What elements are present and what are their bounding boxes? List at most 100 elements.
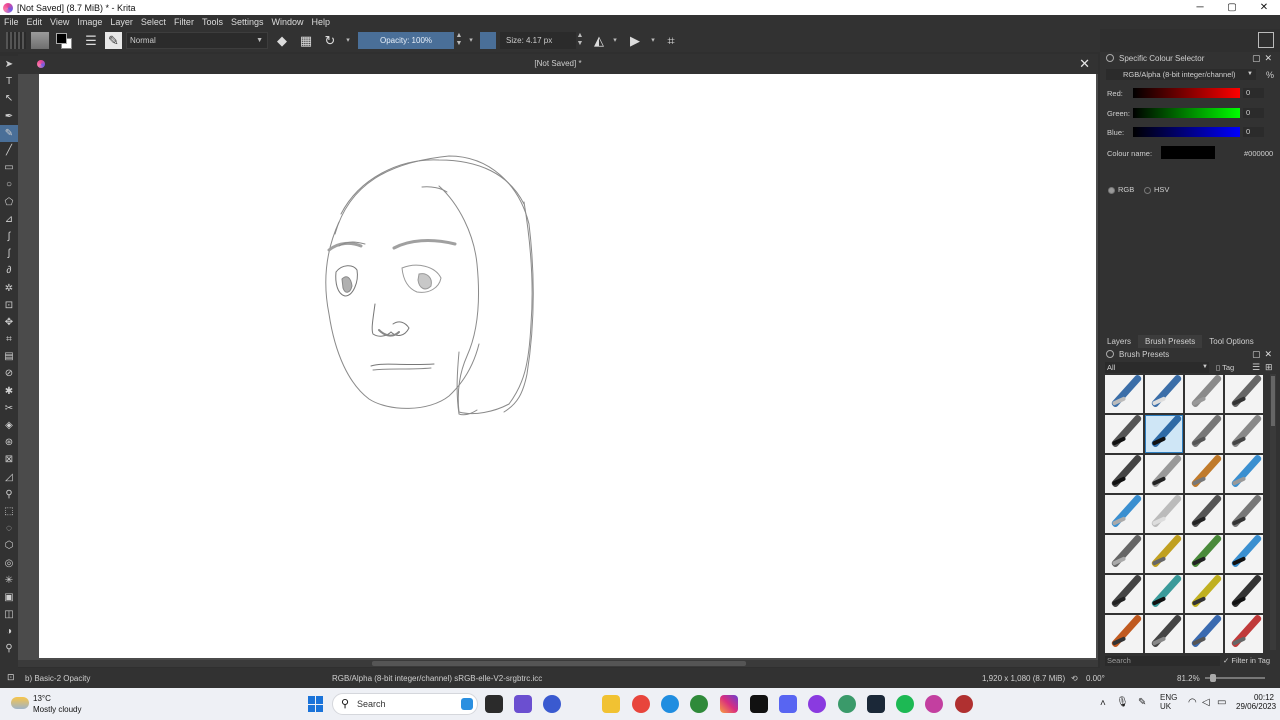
smart-patch-tool-icon[interactable]: ✱ <box>0 383 18 400</box>
clock[interactable]: 00:12 29/06/2023 <box>1236 693 1276 711</box>
brush-preset-tile[interactable] <box>1185 535 1223 573</box>
green-channel-slider[interactable] <box>1133 108 1240 118</box>
dock-layout-icon[interactable] <box>1258 32 1274 48</box>
reload-preset-icon[interactable]: ↻ <box>321 32 339 49</box>
teams-chat-icon[interactable] <box>514 695 532 713</box>
preset-filter-select[interactable]: All <box>1105 362 1209 373</box>
tray-overflow-icon[interactable]: ˄ <box>1100 698 1106 709</box>
blend-mode-select[interactable]: Normal ▼ <box>126 32 268 49</box>
rotation-icon[interactable]: ⟲ <box>1071 674 1078 683</box>
blue-channel-value[interactable]: 0 <box>1243 127 1264 137</box>
scrollbar-thumb[interactable] <box>1271 376 1275 426</box>
percent-toggle-icon[interactable]: % <box>1266 70 1274 80</box>
weather-temperature[interactable]: 13°C <box>33 694 51 703</box>
taskbar-search[interactable]: ⚲ Search <box>332 693 478 715</box>
brush-preset-tile[interactable] <box>1105 495 1143 533</box>
close-document-icon[interactable]: ✕ <box>1079 56 1090 72</box>
brush-preset-tile[interactable] <box>1185 455 1223 493</box>
brush-preset-tile[interactable] <box>1225 615 1263 653</box>
polygon-tool-icon[interactable]: ⬠ <box>0 194 18 211</box>
brush-preset-icon[interactable]: ✎ <box>105 32 122 49</box>
tab-tool-options[interactable]: Tool Options <box>1202 335 1260 348</box>
ellipse-select-tool-icon[interactable]: ◌ <box>0 520 18 537</box>
flow-indicator[interactable] <box>480 32 496 49</box>
import-preset-icon[interactable]: ⊞ <box>1265 362 1273 373</box>
file-explorer-icon[interactable] <box>602 695 620 713</box>
brush-preset-tile[interactable] <box>1145 535 1183 573</box>
rgb-radio[interactable]: RGB <box>1108 185 1134 194</box>
maximize-button[interactable]: ▢ <box>1216 0 1248 15</box>
brush-preset-tile[interactable] <box>1185 495 1223 533</box>
chevron-down-icon[interactable]: ▾ <box>467 32 475 49</box>
mirror-vertical-icon[interactable]: ▶ <box>626 32 644 49</box>
edge-icon[interactable] <box>661 695 679 713</box>
scrollbar-thumb[interactable] <box>372 661 746 666</box>
freehand-select-tool-icon[interactable]: ◎ <box>0 554 18 571</box>
gradient-tool-icon[interactable]: ▤ <box>0 348 18 365</box>
menu-edit[interactable]: Edit <box>27 17 43 27</box>
brush-preset-tile[interactable] <box>1225 455 1263 493</box>
opacity-slider[interactable]: Opacity: 100% <box>358 32 454 49</box>
brush-preset-tile[interactable] <box>1145 575 1183 613</box>
brush-preset-tile-selected[interactable] <box>1145 415 1183 453</box>
brush-preset-tile[interactable] <box>1105 615 1143 653</box>
preset-scrollbar[interactable] <box>1270 374 1276 650</box>
menu-view[interactable]: View <box>50 17 69 27</box>
menu-layer[interactable]: Layer <box>110 17 133 27</box>
crop-tool-icon[interactable]: ⌗ <box>0 331 18 348</box>
weather-condition[interactable]: Mostly cloudy <box>33 705 81 714</box>
chevron-down-icon[interactable]: ▾ <box>344 32 352 49</box>
task-view-icon[interactable] <box>485 695 503 713</box>
gradient-selector[interactable] <box>31 32 49 49</box>
tab-layers[interactable]: Layers <box>1100 335 1138 348</box>
brush-preset-tile[interactable] <box>1225 375 1263 413</box>
magnetic-select-tool-icon[interactable]: ◑ <box>0 623 18 640</box>
filter-in-tag-checkbox[interactable]: ✓ Filter in Tag <box>1223 656 1270 666</box>
steam-icon[interactable] <box>867 695 885 713</box>
language-indicator[interactable]: ENG UK <box>1160 693 1177 711</box>
document-tab[interactable]: [Not Saved] * ✕ <box>18 54 1098 74</box>
brush-preset-tile[interactable] <box>1145 615 1183 653</box>
docker-float-close-icons[interactable]: ▢✕ <box>1252 349 1276 360</box>
assistant-tool-icon[interactable]: ⊠ <box>0 451 18 468</box>
fg-bg-color-selector[interactable] <box>55 32 75 49</box>
measure-tool-icon[interactable]: ◿ <box>0 469 18 486</box>
volume-icon[interactable]: ◁ <box>1202 697 1210 708</box>
brush-preset-tile[interactable] <box>1145 455 1183 493</box>
move-tool-icon[interactable]: ✥ <box>0 314 18 331</box>
multibrush-tool-icon[interactable]: ✲ <box>0 279 18 296</box>
rect-select-tool-icon[interactable]: ⬚ <box>0 503 18 520</box>
blue-channel-slider[interactable] <box>1133 127 1240 137</box>
tab-brush-presets[interactable]: Brush Presets <box>1138 335 1203 348</box>
menu-image[interactable]: Image <box>77 17 102 27</box>
brush-preset-tile[interactable] <box>1105 575 1143 613</box>
chrome-icon[interactable] <box>632 695 650 713</box>
opacity-spinner[interactable]: ▲ ▼ <box>455 32 463 49</box>
line-tool-icon[interactable]: ╱ <box>0 142 18 159</box>
brush-preset-tile[interactable] <box>1145 375 1183 413</box>
brush-preset-tile[interactable] <box>1225 415 1263 453</box>
zoom-tool-icon[interactable]: ⚲ <box>0 640 18 657</box>
brush-preset-tile[interactable] <box>1105 455 1143 493</box>
transform-tool-icon[interactable]: ⊡ <box>0 297 18 314</box>
menu-window[interactable]: Window <box>271 17 303 27</box>
brush-preset-tile[interactable] <box>1185 415 1223 453</box>
rectangle-tool-icon[interactable]: ▭ <box>0 159 18 176</box>
brush-preset-tile[interactable] <box>1225 575 1263 613</box>
menu-file[interactable]: File <box>4 17 19 27</box>
brush-preset-tile[interactable] <box>1105 535 1143 573</box>
wrap-around-icon[interactable]: ⌗ <box>662 32 680 49</box>
mirror-horizontal-icon[interactable]: ◭ <box>590 32 608 49</box>
dynamic-brush-tool-icon[interactable]: ∂ <box>0 262 18 279</box>
menu-select[interactable]: Select <box>141 17 166 27</box>
similar-select-tool-icon[interactable]: ▣ <box>0 589 18 606</box>
menu-help[interactable]: Help <box>312 17 331 27</box>
start-button[interactable] <box>308 696 324 712</box>
hex-value[interactable]: #000000 <box>1244 149 1273 158</box>
brush-preset-tile[interactable] <box>1105 415 1143 453</box>
text-tool-icon[interactable]: T <box>0 73 18 90</box>
tiktok-icon[interactable] <box>750 695 768 713</box>
fill-tool-icon[interactable]: ◈ <box>0 417 18 434</box>
pattern-selector[interactable] <box>6 32 26 49</box>
freehand-brush-tool-icon[interactable]: ✎ <box>0 124 18 142</box>
